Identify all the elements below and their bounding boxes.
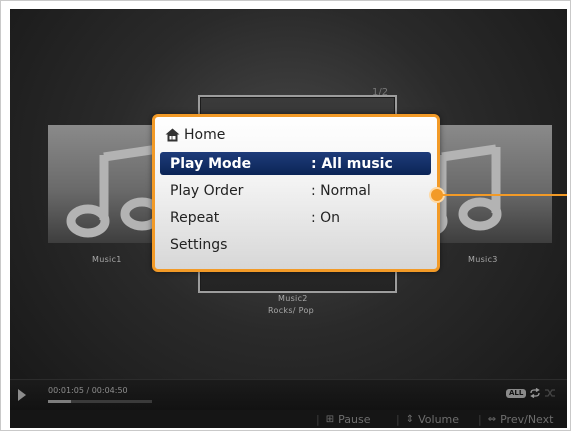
menu-item-label: Play Mode (170, 155, 252, 172)
tv-frame: 1/2 Music1 Music2 Rocks/ Pop Music3 Home… (0, 0, 571, 431)
hint-volume-label: Volume (418, 413, 460, 426)
menu-item-play-order[interactable]: Play Order : Normal (160, 179, 431, 202)
album-genre-music2: Rocks/ Pop (268, 306, 315, 315)
progress-fill (48, 400, 71, 403)
repeat-all-badge: ALL (506, 388, 527, 398)
album-tile-music3[interactable] (434, 125, 552, 243)
menu-item-play-mode[interactable]: Play Mode : All music (160, 152, 431, 175)
album-title-music3: Music3 (468, 255, 498, 264)
hint-pause: | ⊞ Pause (316, 413, 371, 426)
menu-item-value: : All music (311, 155, 393, 172)
left-right-arrow-icon: ⇔ (487, 414, 497, 425)
play-icon[interactable] (18, 389, 26, 401)
menu-item-label: Repeat (170, 209, 220, 226)
playback-bar: 00:01:05 / 00:04:50 ALL (10, 379, 567, 410)
album-title-music2: Music2 (278, 294, 308, 303)
album-title-music1: Music1 (92, 255, 122, 264)
music-note-icon (66, 144, 164, 238)
hint-prev-next-label: Prev/Next (500, 413, 554, 426)
menu-item-value: : On (311, 209, 341, 226)
playback-time: 00:01:05 / 00:04:50 (48, 386, 128, 395)
remote-hint-bar: | ⊞ Pause | ⇕ Volume | ⇔ Prev/Next (10, 410, 567, 428)
progress-bar[interactable] (48, 400, 152, 403)
elapsed-time: 00:01:05 / 00:04:50 (48, 386, 128, 395)
menu-item-label: Settings (170, 236, 228, 253)
enter-button-icon: ⊞ (325, 414, 335, 425)
hint-volume: | ⇕ Volume (396, 413, 460, 426)
home-icon (165, 128, 180, 142)
menu-item-settings[interactable]: Settings (160, 233, 431, 256)
hint-pause-label: Pause (338, 413, 371, 426)
music-note-icon (434, 144, 502, 237)
music-player-screen: 1/2 Music1 Music2 Rocks/ Pop Music3 Home… (10, 9, 567, 428)
menu-home-item[interactable]: Home (165, 127, 225, 143)
menu-item-repeat[interactable]: Repeat : On (160, 206, 431, 229)
up-down-arrow-icon: ⇕ (405, 414, 415, 425)
menu-home-label: Home (184, 127, 226, 143)
repeat-icon (530, 388, 541, 398)
callout-line (441, 194, 567, 196)
shuffle-icon (545, 389, 556, 397)
status-icons: ALL (506, 387, 556, 399)
options-menu: Home Play Mode : All music Play Order : … (152, 114, 440, 272)
hint-prev-next: | ⇔ Prev/Next (478, 413, 554, 426)
menu-item-label: Play Order (170, 182, 244, 199)
album-tile-music1[interactable] (48, 125, 166, 243)
menu-item-value: : Normal (311, 182, 371, 199)
